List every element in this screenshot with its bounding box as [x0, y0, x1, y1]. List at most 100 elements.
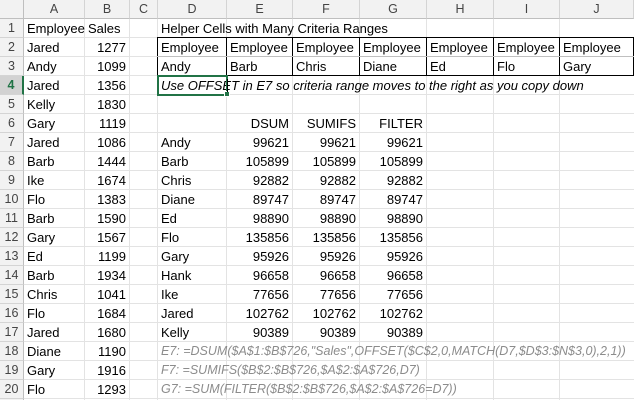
result-header-dsum[interactable]: DSUM	[227, 114, 293, 133]
cell-b4[interactable]: 1356	[85, 76, 130, 95]
cell-d9[interactable]: Chris	[158, 171, 227, 190]
column-header-g[interactable]: G	[360, 0, 427, 19]
row-header-13[interactable]: 13	[0, 247, 24, 266]
cell-e11[interactable]: 98890	[227, 209, 293, 228]
column-header-f[interactable]: F	[293, 0, 360, 19]
cell-b11[interactable]: 1590	[85, 209, 130, 228]
cell-f7[interactable]: 99621	[293, 133, 360, 152]
cell-a6[interactable]: Gary	[24, 114, 85, 133]
cell-a2[interactable]: Jared	[24, 38, 85, 57]
cell-g15[interactable]: 77656	[360, 285, 427, 304]
cell-f15[interactable]: 77656	[293, 285, 360, 304]
cell-b15[interactable]: 1041	[85, 285, 130, 304]
column-header-b[interactable]: B	[85, 0, 130, 19]
column-header-e[interactable]: E	[227, 0, 293, 19]
cell-g9[interactable]: 92882	[360, 171, 427, 190]
cell-g11[interactable]: 98890	[360, 209, 427, 228]
column-header-i[interactable]: I	[494, 0, 560, 19]
cell-e16[interactable]: 102762	[227, 304, 293, 323]
cell-a8[interactable]: Barb	[24, 152, 85, 171]
cell-b9[interactable]: 1674	[85, 171, 130, 190]
cell-b3[interactable]: 1099	[85, 57, 130, 76]
row-header-15[interactable]: 15	[0, 285, 24, 304]
cell-b19[interactable]: 1916	[85, 361, 130, 380]
row-header-2[interactable]: 2	[0, 38, 24, 57]
cell-a20[interactable]: Flo	[24, 380, 85, 399]
cell-a18[interactable]: Diane	[24, 342, 85, 361]
cell-e9[interactable]: 92882	[227, 171, 293, 190]
cell-e14[interactable]: 96658	[227, 266, 293, 285]
cell-b16[interactable]: 1684	[85, 304, 130, 323]
cell-d13[interactable]: Gary	[158, 247, 227, 266]
result-header-filter[interactable]: FILTER	[360, 114, 427, 133]
active-cell-d4[interactable]	[157, 75, 228, 96]
row-header-8[interactable]: 8	[0, 152, 24, 171]
row-header-5[interactable]: 5	[0, 95, 24, 114]
cell-a17[interactable]: Jared	[24, 323, 85, 342]
formula-note-1[interactable]: E7: =DSUM($A$1:$B$726,"Sales",OFFSET($C$…	[158, 342, 628, 361]
cell-a15[interactable]: Chris	[24, 285, 85, 304]
row-header-10[interactable]: 10	[0, 190, 24, 209]
cell-d17[interactable]: Kelly	[158, 323, 227, 342]
cell-d1-title[interactable]: Helper Cells with Many Criteria Ranges	[158, 19, 458, 38]
cell-e10[interactable]: 89747	[227, 190, 293, 209]
formula-note-3[interactable]: G7: =SUM(FILTER($B$2:$B$726,$A$2:$A$726=…	[158, 380, 628, 399]
cell-b5[interactable]: 1830	[85, 95, 130, 114]
column-header-d[interactable]: D	[158, 0, 227, 19]
cell-g7[interactable]: 99621	[360, 133, 427, 152]
cell-a11[interactable]: Barb	[24, 209, 85, 228]
cell-d10[interactable]: Diane	[158, 190, 227, 209]
column-header-h[interactable]: H	[427, 0, 494, 19]
row-header-14[interactable]: 14	[0, 266, 24, 285]
row-header-11[interactable]: 11	[0, 209, 24, 228]
cell-g14[interactable]: 96658	[360, 266, 427, 285]
cell-g10[interactable]: 89747	[360, 190, 427, 209]
row-header-4[interactable]: 4	[0, 76, 24, 95]
cell-g16[interactable]: 102762	[360, 304, 427, 323]
row-header-17[interactable]: 17	[0, 323, 24, 342]
cell-a4[interactable]: Jared	[24, 76, 85, 95]
cell-d15[interactable]: Ike	[158, 285, 227, 304]
column-header-a[interactable]: A	[24, 0, 85, 19]
cell-b12[interactable]: 1567	[85, 228, 130, 247]
row-header-9[interactable]: 9	[0, 171, 24, 190]
spreadsheet-grid[interactable]: A B C D E F G H I J 1 2 3 4 5 6 7 8 9 10 11 12 13 14 15 16 17 18 19 2…	[0, 0, 634, 400]
cell-f10[interactable]: 89747	[293, 190, 360, 209]
cell-b8[interactable]: 1444	[85, 152, 130, 171]
select-all-corner[interactable]	[0, 0, 24, 19]
cell-f16[interactable]: 102762	[293, 304, 360, 323]
row-header-16[interactable]: 16	[0, 304, 24, 323]
cell-a9[interactable]: Ike	[24, 171, 85, 190]
cell-b13[interactable]: 1199	[85, 247, 130, 266]
cell-b14[interactable]: 1934	[85, 266, 130, 285]
cell-e7[interactable]: 99621	[227, 133, 293, 152]
cell-g13[interactable]: 95926	[360, 247, 427, 266]
row-header-18[interactable]: 18	[0, 342, 24, 361]
cell-d8[interactable]: Barb	[158, 152, 227, 171]
cell-b2[interactable]: 1277	[85, 38, 130, 57]
cell-a19[interactable]: Gary	[24, 361, 85, 380]
cell-f13[interactable]: 95926	[293, 247, 360, 266]
cell-b10[interactable]: 1383	[85, 190, 130, 209]
cell-d11[interactable]: Ed	[158, 209, 227, 228]
cell-e12[interactable]: 135856	[227, 228, 293, 247]
cell-e13[interactable]: 95926	[227, 247, 293, 266]
cell-b7[interactable]: 1086	[85, 133, 130, 152]
cell-a5[interactable]: Kelly	[24, 95, 85, 114]
cell-b17[interactable]: 1680	[85, 323, 130, 342]
cell-a10[interactable]: Flo	[24, 190, 85, 209]
row-header-3[interactable]: 3	[0, 57, 24, 76]
row-header-12[interactable]: 12	[0, 228, 24, 247]
cell-a14[interactable]: Barb	[24, 266, 85, 285]
cell-f17[interactable]: 90389	[293, 323, 360, 342]
cell-f11[interactable]: 98890	[293, 209, 360, 228]
row-header-6[interactable]: 6	[0, 114, 24, 133]
cell-a12[interactable]: Gary	[24, 228, 85, 247]
cell-b20[interactable]: 1293	[85, 380, 130, 399]
cell-b18[interactable]: 1190	[85, 342, 130, 361]
formula-note-2[interactable]: F7: =SUMIFS($B$2:$B$726,$A$2:$A$726,D7)	[158, 361, 628, 380]
column-header-j[interactable]: J	[560, 0, 634, 19]
cell-b1[interactable]: Sales	[85, 19, 130, 38]
cell-d14[interactable]: Hank	[158, 266, 227, 285]
cell-a1[interactable]: Employee	[24, 19, 85, 38]
